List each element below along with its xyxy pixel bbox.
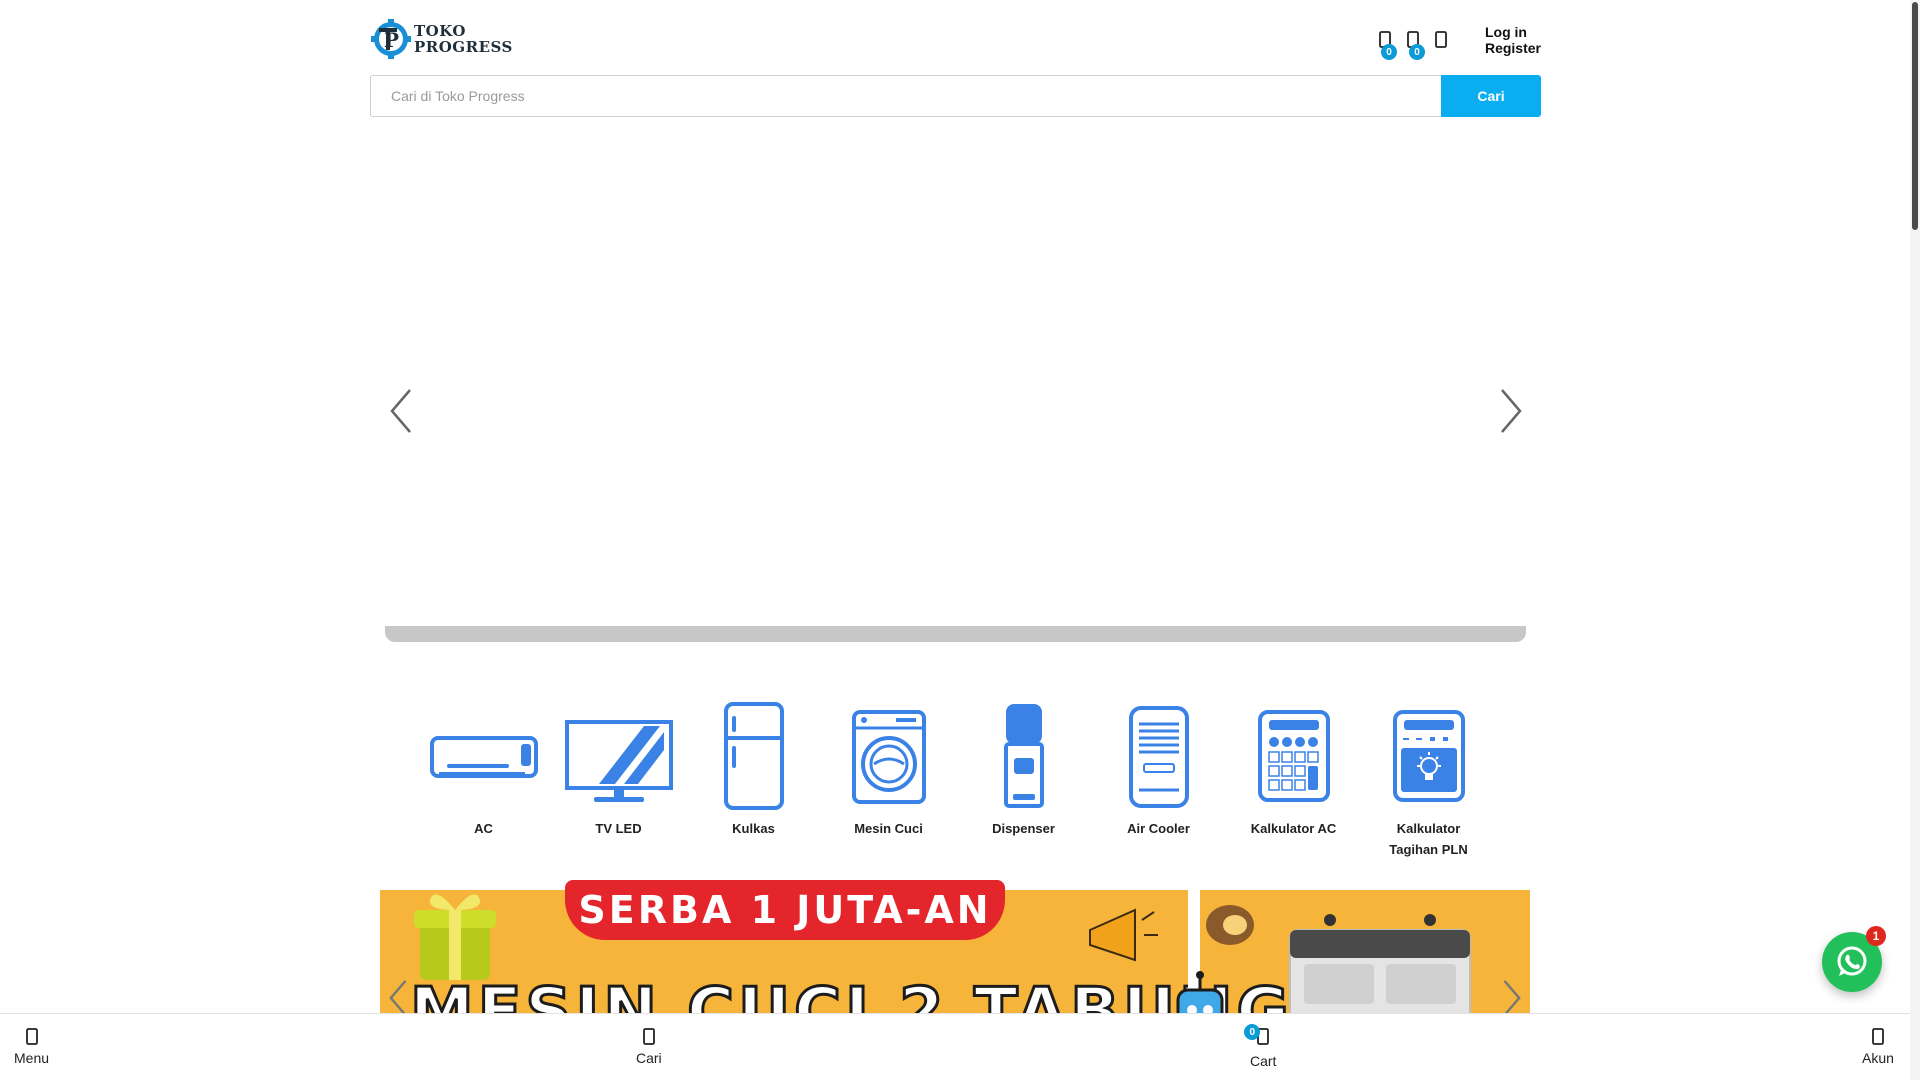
account-icon	[1872, 1028, 1884, 1045]
spotlight-image	[1206, 905, 1254, 945]
bottom-nav-label: Akun	[1862, 1050, 1894, 1066]
search-input[interactable]	[370, 75, 1441, 117]
promo-ribbon-text: SERBA 1 JUTA-AN	[578, 888, 992, 932]
air-cooler-icon	[1104, 702, 1214, 812]
promo-ribbon: SERBA 1 JUTA-AN	[565, 880, 1005, 940]
whatsapp-unread-badge: 1	[1866, 926, 1886, 946]
wishlist-button[interactable]: 0	[1399, 26, 1427, 60]
hero-next-arrow[interactable]	[1492, 384, 1528, 438]
auth-links: Log in Register	[1485, 24, 1541, 56]
logo-text-line1: TOKO	[414, 22, 466, 40]
calculator-icon	[1239, 702, 1349, 812]
cart-button[interactable]	[1427, 26, 1455, 54]
bottom-nav-cart[interactable]: 0 Cart	[1244, 1024, 1277, 1069]
logo-gear-icon: P	[370, 18, 412, 60]
category-list: AC TV LED Kulkas Mesin Cuci Dispenser Ai…	[416, 702, 1496, 860]
category-mesin-cuci[interactable]: Mesin Cuci	[821, 702, 956, 860]
page-scrollbar[interactable]	[1910, 0, 1920, 1080]
hero-slider	[385, 140, 1526, 642]
category-tv-led[interactable]: TV LED	[551, 702, 686, 860]
category-kulkas[interactable]: Kulkas	[686, 702, 821, 860]
megaphone-icon	[1089, 908, 1158, 962]
category-label: Dispenser	[992, 821, 1055, 836]
whatsapp-icon	[1837, 946, 1867, 976]
tv-icon	[564, 702, 674, 812]
category-label: Air Cooler	[1127, 821, 1190, 836]
category-label: Kalkulator AC	[1250, 821, 1337, 836]
login-link[interactable]: Log in	[1485, 24, 1541, 40]
electric-bill-calculator-icon	[1374, 702, 1484, 812]
hero-prev-arrow[interactable]	[384, 384, 420, 438]
category-label: AC	[474, 821, 493, 836]
compare-count-badge: 0	[1380, 44, 1397, 60]
air-conditioner-icon	[429, 702, 539, 812]
register-link[interactable]: Register	[1485, 40, 1541, 56]
scrollbar-thumb[interactable]	[1912, 2, 1918, 230]
search-button[interactable]: Cari	[1441, 75, 1541, 117]
category-label: Kalkulator Tagihan PLN	[1389, 821, 1468, 857]
compare-button[interactable]: 0	[1371, 26, 1399, 60]
category-label: Kulkas	[732, 821, 775, 836]
category-ac[interactable]: AC	[416, 702, 551, 860]
category-label: Mesin Cuci	[854, 821, 923, 836]
site-header: P TOKO PROGRESS 0 0 Log in Register	[370, 18, 1541, 66]
category-label: TV LED	[595, 821, 642, 836]
category-dispenser[interactable]: Dispenser	[956, 702, 1091, 860]
category-kalkulator-ac[interactable]: Kalkulator AC	[1226, 702, 1361, 860]
bottom-nav-label: Cari	[636, 1050, 662, 1066]
search-icon	[642, 1028, 655, 1045]
cart-icon	[1435, 31, 1447, 48]
gift-icon	[414, 894, 496, 980]
bottom-navigation: Menu Cari 0 Cart Akun	[0, 1013, 1910, 1080]
category-air-cooler[interactable]: Air Cooler	[1091, 702, 1226, 860]
chevron-left-icon	[390, 389, 411, 433]
logo-text-line2: PROGRESS	[414, 38, 513, 56]
water-dispenser-icon	[969, 702, 1079, 812]
bottom-nav-label: Menu	[14, 1050, 50, 1066]
washing-machine-icon	[834, 702, 944, 812]
bottom-nav-search[interactable]: Cari	[636, 1028, 662, 1066]
refrigerator-icon	[699, 702, 809, 812]
chevron-right-icon	[1501, 389, 1522, 433]
search-bar: Cari	[370, 75, 1541, 117]
bottom-nav-menu[interactable]: Menu	[14, 1028, 49, 1066]
hero-slider-bar	[385, 626, 1526, 642]
bottom-nav-account[interactable]: Akun	[1862, 1028, 1894, 1066]
category-kalkulator-pln[interactable]: Kalkulator Tagihan PLN	[1361, 702, 1496, 860]
menu-icon	[25, 1028, 38, 1045]
site-logo[interactable]: P TOKO PROGRESS	[370, 18, 513, 60]
bottom-nav-label: Cart	[1250, 1053, 1277, 1069]
wishlist-count-badge: 0	[1408, 44, 1425, 60]
header-actions: 0 0 Log in Register	[1371, 24, 1541, 60]
